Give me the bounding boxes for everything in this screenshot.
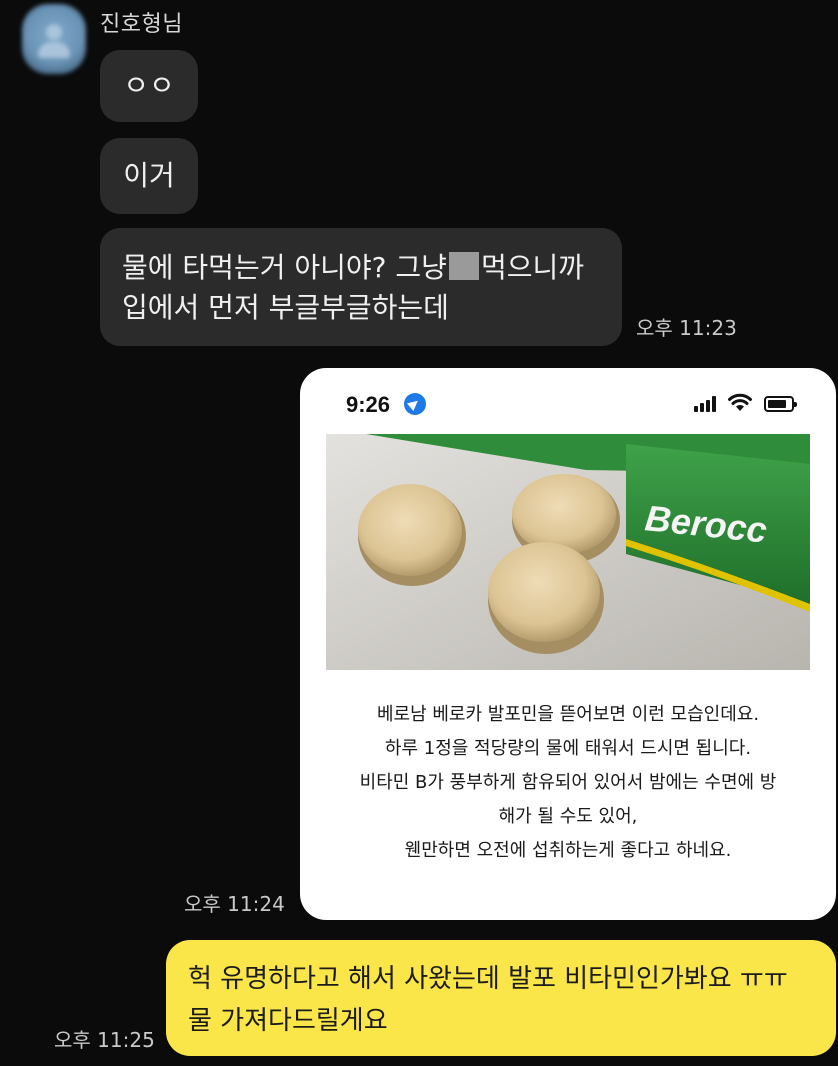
status-time: 9:26 xyxy=(346,392,391,417)
outgoing-message[interactable]: 헉 유명하다고 해서 사왔는데 발포 비타민인가봐요 ㅠㅠ 물 가져다드릴게요 xyxy=(166,940,836,1056)
battery-icon xyxy=(764,396,797,412)
caption-line: 해가 될 수도 있어, xyxy=(498,806,638,827)
vitamin-tablet-photo[interactable]: Berocc xyxy=(326,434,810,670)
message-text: 먹으니까 xyxy=(480,251,584,284)
cellular-signal-icon xyxy=(694,396,720,412)
message-timestamp: 오후 11:25 xyxy=(54,1028,155,1052)
profile-avatar-icon[interactable] xyxy=(22,4,86,74)
sender-name: 진호형님 xyxy=(100,12,183,37)
phone-status-bar: 9:26 xyxy=(300,368,836,434)
incoming-message-3[interactable]: 물에 타먹는거 아니야? 그냥 먹으니까 입에서 먼저 부글부글하는데 xyxy=(100,228,622,346)
caption-line: 웬만하면 오전에 섭취하는게 좋다고 하네요. xyxy=(404,840,732,861)
shared-caption: 베로남 베로카 발포민을 뜯어보면 이런 모습인데요. 하루 1정을 적당량의 … xyxy=(310,698,826,868)
location-arrow-icon xyxy=(404,393,426,415)
incoming-message-1[interactable]: ㅇㅇ xyxy=(100,50,198,122)
message-text: 물에 타먹는거 아니야? 그냥 xyxy=(122,251,447,284)
message-text: 이거 xyxy=(123,159,175,192)
incoming-message-2[interactable]: 이거 xyxy=(100,138,198,214)
message-text: ㅇㅇ xyxy=(123,69,175,102)
message-line-1: 헉 유명하다고 해서 사왔는데 발포 비타민인가봐요 ㅠㅠ xyxy=(188,964,788,994)
message-timestamp: 오후 11:24 xyxy=(184,892,285,916)
caption-line: 베로남 베로카 발포민을 뜯어보면 이런 모습인데요. xyxy=(376,704,760,725)
message-line-2: 입에서 먼저 부글부글하는데 xyxy=(122,291,449,324)
wifi-icon xyxy=(728,393,752,411)
shared-image-message[interactable]: 9:26 Berocc 베로남 베로카 발포민을 뜯어보면 이런 모습인데요. … xyxy=(300,368,836,920)
message-timestamp: 오후 11:23 xyxy=(636,316,737,340)
redaction-block xyxy=(448,252,479,280)
tablet-photo-image: Berocc xyxy=(326,434,810,670)
caption-line: 비타민 B가 풍부하게 함유되어 있어서 밤에는 수면에 방 xyxy=(359,772,777,793)
caption-line: 하루 1정을 적당량의 물에 태워서 드시면 됩니다. xyxy=(384,738,752,759)
message-line-2: 물 가져다드릴게요 xyxy=(188,1006,388,1036)
message-line-1: 물에 타먹는거 아니야? 그냥 먹으니까 xyxy=(122,248,602,288)
